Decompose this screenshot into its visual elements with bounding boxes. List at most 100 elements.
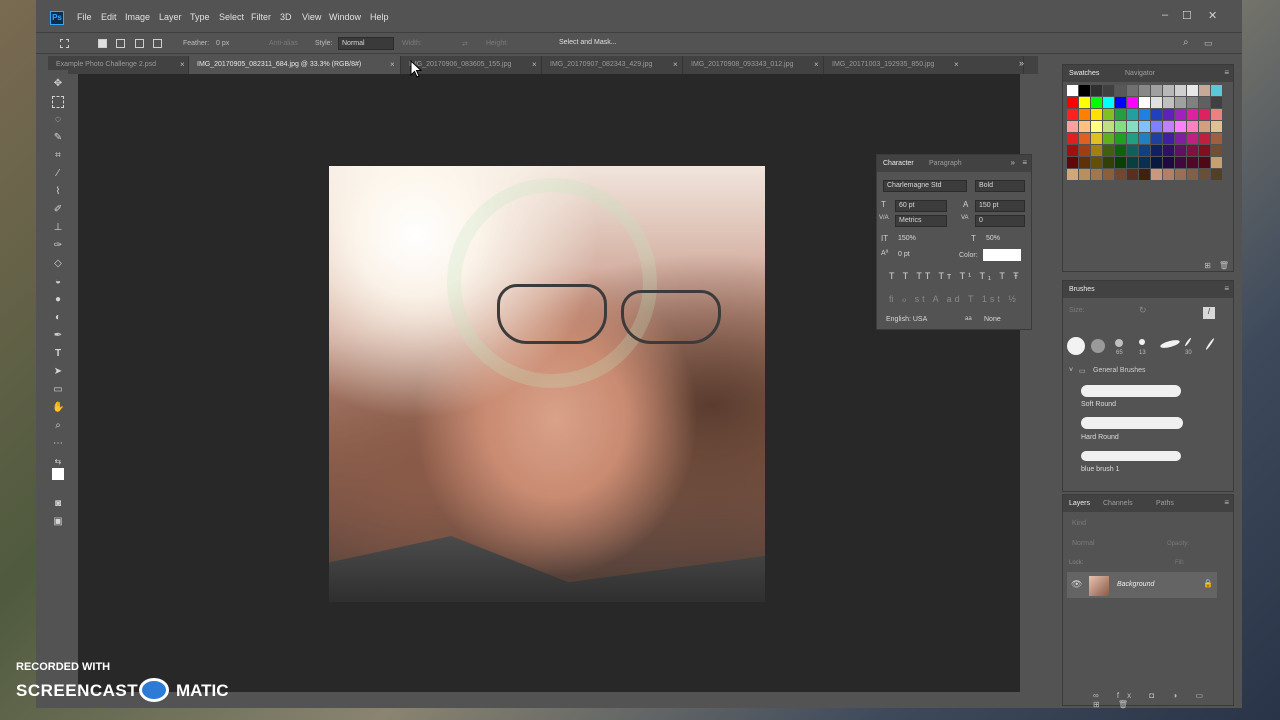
swap-colors-icon[interactable]: ⇆ (52, 456, 64, 468)
subtract-selection-icon[interactable] (135, 39, 144, 48)
swatch-31[interactable] (1127, 109, 1138, 120)
brush-preset-3[interactable] (1115, 339, 1123, 347)
swatch-42[interactable] (1103, 121, 1114, 132)
brush-hard-round[interactable]: Hard Round (1081, 434, 1119, 441)
swatch-34[interactable] (1163, 109, 1174, 120)
swatch-97[interactable] (1139, 169, 1150, 180)
faux-style-buttons[interactable]: T T TT Tт T¹ T₁ T Ŧ (889, 271, 1022, 281)
swatch-13[interactable] (1067, 97, 1078, 108)
panel-menu-icon[interactable]: ≡ (1224, 68, 1229, 77)
clone-stamp-icon[interactable]: ⊥ (52, 222, 64, 234)
swatch-60[interactable] (1163, 133, 1174, 144)
menu-filter[interactable]: Filter (251, 12, 271, 22)
swatch-14[interactable] (1079, 97, 1090, 108)
swatch-81[interactable] (1103, 157, 1114, 168)
folder-chevron-icon[interactable]: ˅ (1069, 367, 1073, 374)
swatch-102[interactable] (1199, 169, 1210, 180)
swatch-10[interactable] (1187, 85, 1198, 96)
kerning-select[interactable]: Metrics (895, 215, 947, 227)
swatch-99[interactable] (1163, 169, 1174, 180)
swatch-74[interactable] (1175, 145, 1186, 156)
swatch-5[interactable] (1127, 85, 1138, 96)
swatch-93[interactable] (1091, 169, 1102, 180)
swatch-40[interactable] (1079, 121, 1090, 132)
paint-bucket-icon[interactable]: ◒ (52, 276, 64, 288)
swatch-96[interactable] (1127, 169, 1138, 180)
swatch-58[interactable] (1139, 133, 1150, 144)
swatch-46[interactable] (1151, 121, 1162, 132)
swatch-9[interactable] (1175, 85, 1186, 96)
blend-mode-select[interactable]: Normal (1069, 539, 1139, 551)
zoom-tool-icon[interactable]: ⌕ (52, 420, 64, 432)
menu-type[interactable]: Type (190, 12, 210, 22)
swatch-50[interactable] (1199, 121, 1210, 132)
swatch-51[interactable] (1211, 121, 1222, 132)
reset-icon[interactable]: ↻ (1139, 305, 1147, 316)
tab-layers[interactable]: Layers (1069, 500, 1090, 507)
more-tools-icon[interactable]: ⋯ (52, 438, 64, 450)
select-and-mask-button[interactable]: Select and Mask... (553, 37, 623, 50)
swatch-67[interactable] (1091, 145, 1102, 156)
swatch-72[interactable] (1151, 145, 1162, 156)
swatch-26[interactable] (1067, 109, 1078, 120)
type-tool-icon[interactable]: T (52, 348, 64, 360)
menu-help[interactable]: Help (370, 12, 389, 22)
tab-channels[interactable]: Channels (1103, 500, 1133, 507)
new-selection-icon[interactable] (98, 39, 107, 48)
tab-close-icon[interactable]: × (532, 60, 537, 69)
healing-brush-icon[interactable]: ⌇ (52, 186, 64, 198)
horizontal-scale-input[interactable]: 50% (983, 234, 1023, 246)
menu-view[interactable]: View (302, 12, 321, 22)
blue-brush-preview[interactable] (1081, 451, 1181, 461)
swatch-47[interactable] (1163, 121, 1174, 132)
swatch-94[interactable] (1103, 169, 1114, 180)
swatch-35[interactable] (1175, 109, 1186, 120)
swatch-53[interactable] (1079, 133, 1090, 144)
swatch-7[interactable] (1151, 85, 1162, 96)
swatch-79[interactable] (1079, 157, 1090, 168)
swatch-98[interactable] (1151, 169, 1162, 180)
opentype-buttons[interactable]: ﬁ ℴ st A ad T 1st ½ (889, 294, 1019, 305)
close-icon[interactable]: ✕ (1208, 9, 1217, 22)
swatch-25[interactable] (1211, 97, 1222, 108)
delete-swatch-icon[interactable]: 🗑 (1219, 261, 1229, 270)
swatch-20[interactable] (1151, 97, 1162, 108)
swatch-78[interactable] (1067, 157, 1078, 168)
menu-image[interactable]: Image (125, 12, 150, 22)
swatch-18[interactable] (1127, 97, 1138, 108)
swatch-23[interactable] (1187, 97, 1198, 108)
panel-menu-icon[interactable]: ≡ (1224, 284, 1229, 293)
font-family-select[interactable]: Charlemagne Std (883, 180, 967, 192)
swatch-44[interactable] (1127, 121, 1138, 132)
layer-row-background[interactable]: 👁 Background 🔒 (1067, 572, 1217, 598)
swatch-56[interactable] (1115, 133, 1126, 144)
font-size-input[interactable]: 60 pt (895, 200, 947, 212)
path-select-icon[interactable]: ➤ (52, 366, 64, 378)
new-swatch-icon[interactable]: ⊞ (1204, 261, 1211, 270)
tabs-overflow-icon[interactable]: » (1019, 58, 1024, 68)
swatch-73[interactable] (1163, 145, 1174, 156)
tab-character[interactable]: Character (883, 160, 914, 167)
swatch-15[interactable] (1091, 97, 1102, 108)
swatch-68[interactable] (1103, 145, 1114, 156)
swatch-45[interactable] (1139, 121, 1150, 132)
swatch-64[interactable] (1211, 133, 1222, 144)
swatch-41[interactable] (1091, 121, 1102, 132)
swatch-71[interactable] (1139, 145, 1150, 156)
swatch-84[interactable] (1139, 157, 1150, 168)
soft-round-preview[interactable] (1081, 385, 1181, 397)
swap-icon[interactable]: ⇄ (462, 40, 468, 48)
tab-paragraph[interactable]: Paragraph (929, 160, 962, 167)
swatch-89[interactable] (1199, 157, 1210, 168)
tab-image-4[interactable]: IMG_20170907_082343_429.jpg × (542, 56, 683, 74)
screen-mode-icon[interactable]: ▣ (52, 516, 64, 528)
document-image[interactable] (329, 166, 765, 602)
swatch-100[interactable] (1175, 169, 1186, 180)
swatch-85[interactable] (1151, 157, 1162, 168)
brush-blue-brush-1[interactable]: blue brush 1 (1081, 466, 1120, 473)
swatch-38[interactable] (1211, 109, 1222, 120)
swatch-63[interactable] (1199, 133, 1210, 144)
quick-mask-icon[interactable]: ◙ (52, 498, 64, 510)
layers-bottom-icons[interactable]: ∞ fx ◘ ◑ ▭ ⊞ 🗑 (1093, 691, 1233, 709)
swatch-33[interactable] (1151, 109, 1162, 120)
